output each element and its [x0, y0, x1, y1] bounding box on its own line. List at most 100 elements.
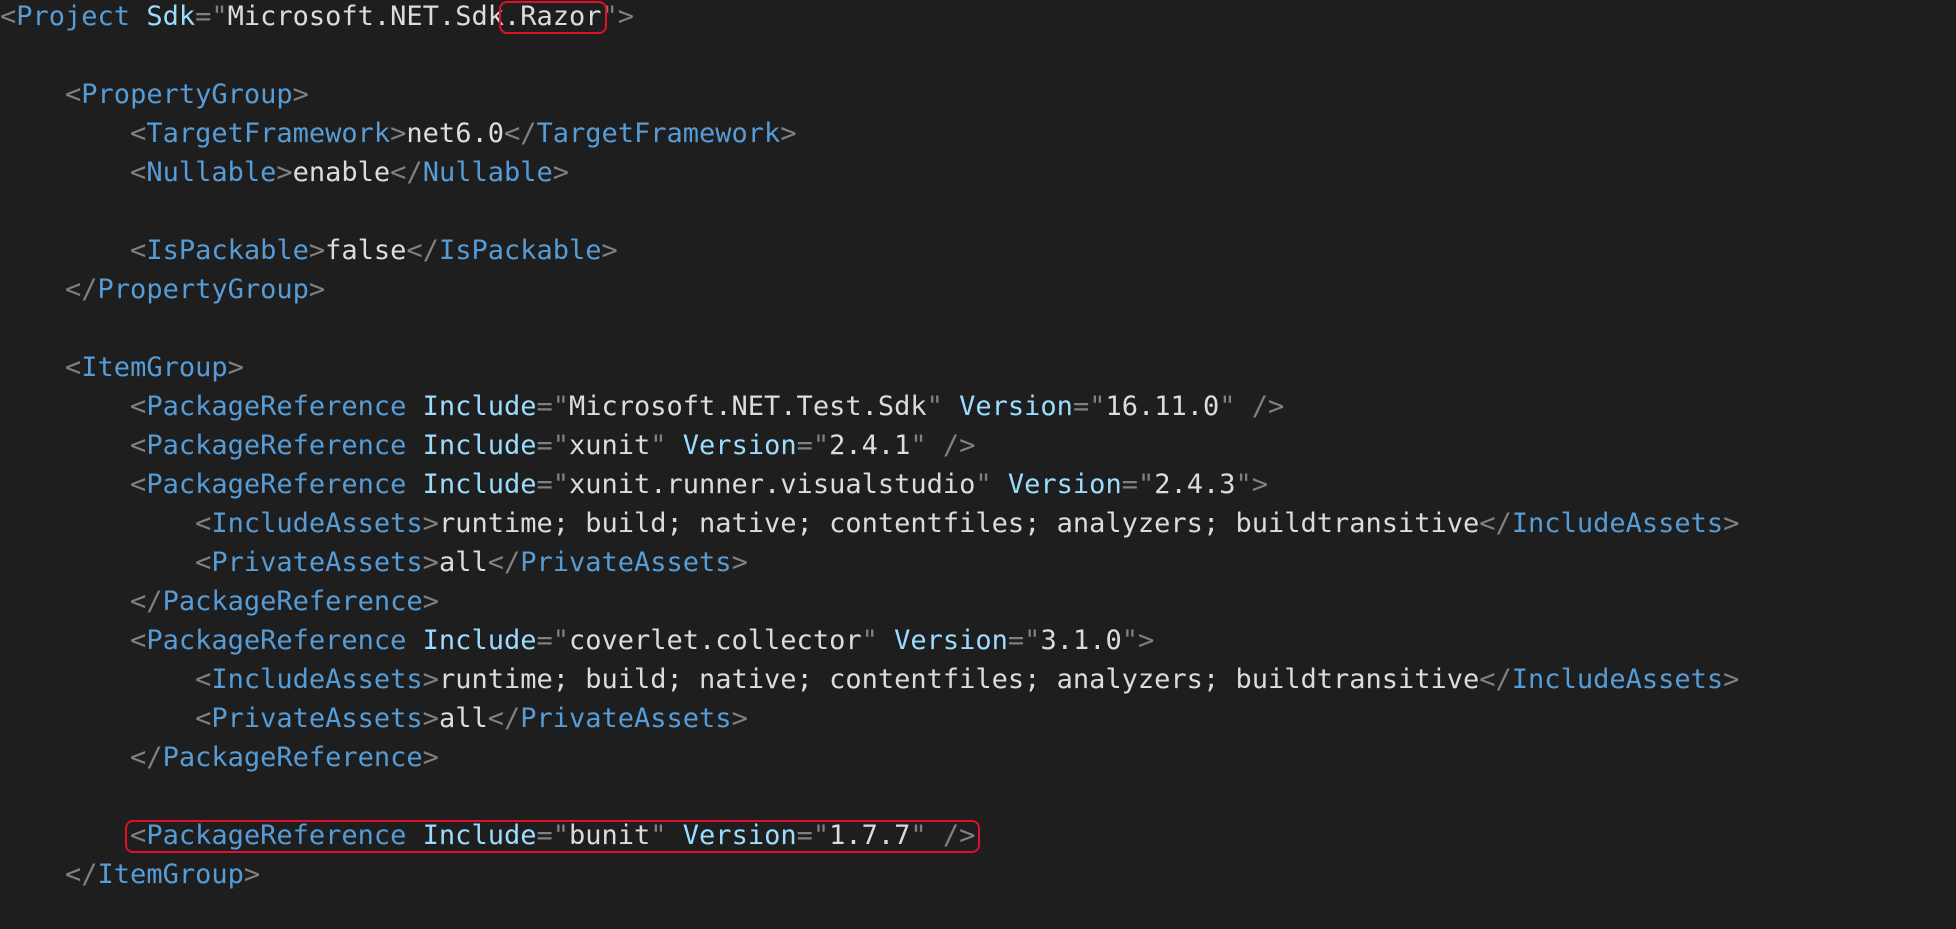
code-token: 3.1.0: [1040, 625, 1122, 656]
code-token: Include: [422, 430, 537, 461]
code-token: enable: [292, 157, 391, 188]
code-token: PropertyGroup: [81, 79, 293, 110]
code-token: >: [422, 664, 439, 695]
code-token: <: [130, 391, 147, 422]
code-token: >: [780, 118, 797, 149]
code-token: " />: [1219, 391, 1285, 422]
code-token: Version: [682, 430, 797, 461]
code-token: false: [325, 235, 407, 266]
code-token: IncludeAssets: [1511, 508, 1724, 539]
code-token: Nullable: [422, 157, 553, 188]
code-token: ": [975, 469, 992, 500]
code-token: =": [1121, 469, 1155, 500]
code-token: >: [422, 547, 439, 578]
code-token: </: [130, 742, 163, 773]
code-line[interactable]: <PrivateAssets>all</PrivateAssets>: [0, 702, 748, 741]
code-token: >: [731, 703, 748, 734]
code-token: Include: [422, 820, 537, 851]
code-token: ": [650, 820, 667, 851]
code-token: PackageReference: [162, 742, 423, 773]
code-token: ItemGroup: [81, 352, 228, 383]
code-token: >: [1723, 664, 1740, 695]
code-line[interactable]: <PrivateAssets>all</PrivateAssets>: [0, 546, 748, 585]
code-line[interactable]: <PackageReference Include="xunit.runner.…: [0, 468, 1268, 507]
code-token: </: [1479, 664, 1512, 695]
code-token: " />: [910, 430, 976, 461]
code-token: Project: [16, 1, 131, 32]
code-token: Version: [894, 625, 1008, 656]
code-token: <: [195, 703, 212, 734]
code-line[interactable]: </PropertyGroup>: [0, 273, 325, 312]
code-token: IncludeAssets: [211, 508, 423, 539]
code-token: >: [243, 859, 261, 890]
code-line[interactable]: <IncludeAssets>runtime; build; native; c…: [0, 507, 1739, 546]
code-line[interactable]: <Nullable>enable</Nullable>: [0, 156, 569, 195]
code-token: >: [422, 508, 439, 539]
code-line[interactable]: <PackageReference Include="Microsoft.NET…: [0, 390, 1284, 429]
code-token: <: [130, 430, 147, 461]
code-token: Nullable: [146, 157, 277, 188]
code-token: >: [227, 352, 244, 383]
code-token: xunit: [568, 430, 651, 461]
code-token: >: [292, 79, 309, 110]
code-token: >: [601, 235, 618, 266]
code-token: >: [422, 742, 439, 773]
code-line[interactable]: </ItemGroup>: [0, 858, 260, 897]
code-line[interactable]: </PackageReference>: [0, 585, 439, 624]
code-line[interactable]: <Project Sdk="Microsoft.NET.Sdk.Razor">: [0, 0, 634, 39]
code-token: PrivateAssets: [520, 703, 732, 734]
code-token: =": [796, 820, 830, 851]
code-token: PrivateAssets: [211, 703, 423, 734]
code-line[interactable]: <PackageReference Include="coverlet.coll…: [0, 624, 1154, 663]
code-token: </: [487, 703, 521, 734]
code-line[interactable]: <PackageReference Include="xunit" Versio…: [0, 429, 975, 468]
code-token: ">: [601, 1, 635, 32]
code-editor[interactable]: <Project Sdk="Microsoft.NET.Sdk.Razor"> …: [0, 0, 1956, 929]
code-token: ": [926, 391, 943, 422]
code-token: Version: [959, 391, 1073, 422]
code-token: </: [487, 547, 521, 578]
code-token: 2.4.3: [1154, 469, 1236, 500]
code-token: <: [130, 820, 147, 851]
code-line[interactable]: </PackageReference>: [0, 741, 439, 780]
code-token: PropertyGroup: [97, 274, 309, 305]
code-token: IsPackable: [146, 235, 309, 266]
code-line[interactable]: <PropertyGroup>: [0, 78, 309, 117]
code-token: Sdk: [146, 1, 196, 32]
code-token: Version: [1007, 469, 1122, 500]
code-token: TargetFramework: [146, 118, 391, 149]
code-token: PackageReference: [162, 586, 423, 617]
code-token: <: [65, 79, 82, 110]
code-token: IsPackable: [438, 235, 602, 266]
code-line[interactable]: <TargetFramework>net6.0</TargetFramework…: [0, 117, 797, 156]
code-token: IncludeAssets: [211, 664, 423, 695]
code-token: =": [796, 430, 830, 461]
code-token: PrivateAssets: [211, 547, 423, 578]
code-token: all: [438, 703, 488, 734]
code-token: Include: [422, 391, 537, 422]
code-token: ": [861, 625, 878, 656]
code-token: PackageReference: [146, 430, 407, 461]
code-token: >: [276, 157, 293, 188]
code-line[interactable]: <ItemGroup>: [0, 351, 244, 390]
code-line[interactable]: <IncludeAssets>runtime; build; native; c…: [0, 663, 1739, 702]
code-line[interactable]: <IsPackable>false</IsPackable>: [0, 234, 618, 273]
code-line[interactable]: <PackageReference Include="bunit" Versio…: [0, 819, 975, 858]
code-token: =": [1072, 391, 1106, 422]
code-token: TargetFramework: [536, 118, 781, 149]
